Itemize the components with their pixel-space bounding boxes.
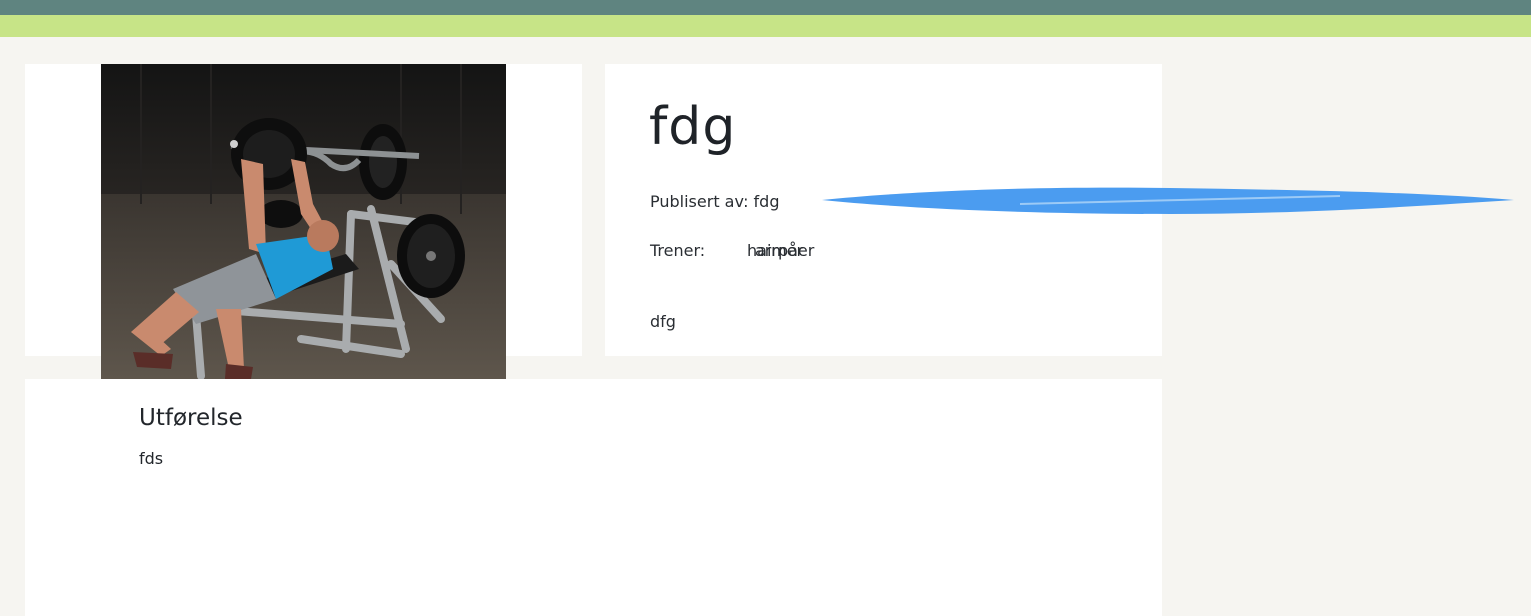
redaction-scribble [822, 187, 1514, 214]
top-accent-bar [0, 15, 1531, 37]
exercise-title: fdg [649, 97, 737, 157]
trainer-tag[interactable]: armer [755, 241, 803, 261]
trainer-label: Trener: [650, 241, 706, 260]
top-bar [0, 0, 1531, 15]
execution-text: fds [139, 449, 164, 468]
short-description: dfg [650, 312, 676, 331]
exercise-photo [101, 64, 506, 379]
execution-heading: Utførelse [139, 405, 243, 431]
trainer-tags: hairpåer armer [747, 241, 827, 261]
published-by: Publisert av: fdg [650, 192, 780, 211]
